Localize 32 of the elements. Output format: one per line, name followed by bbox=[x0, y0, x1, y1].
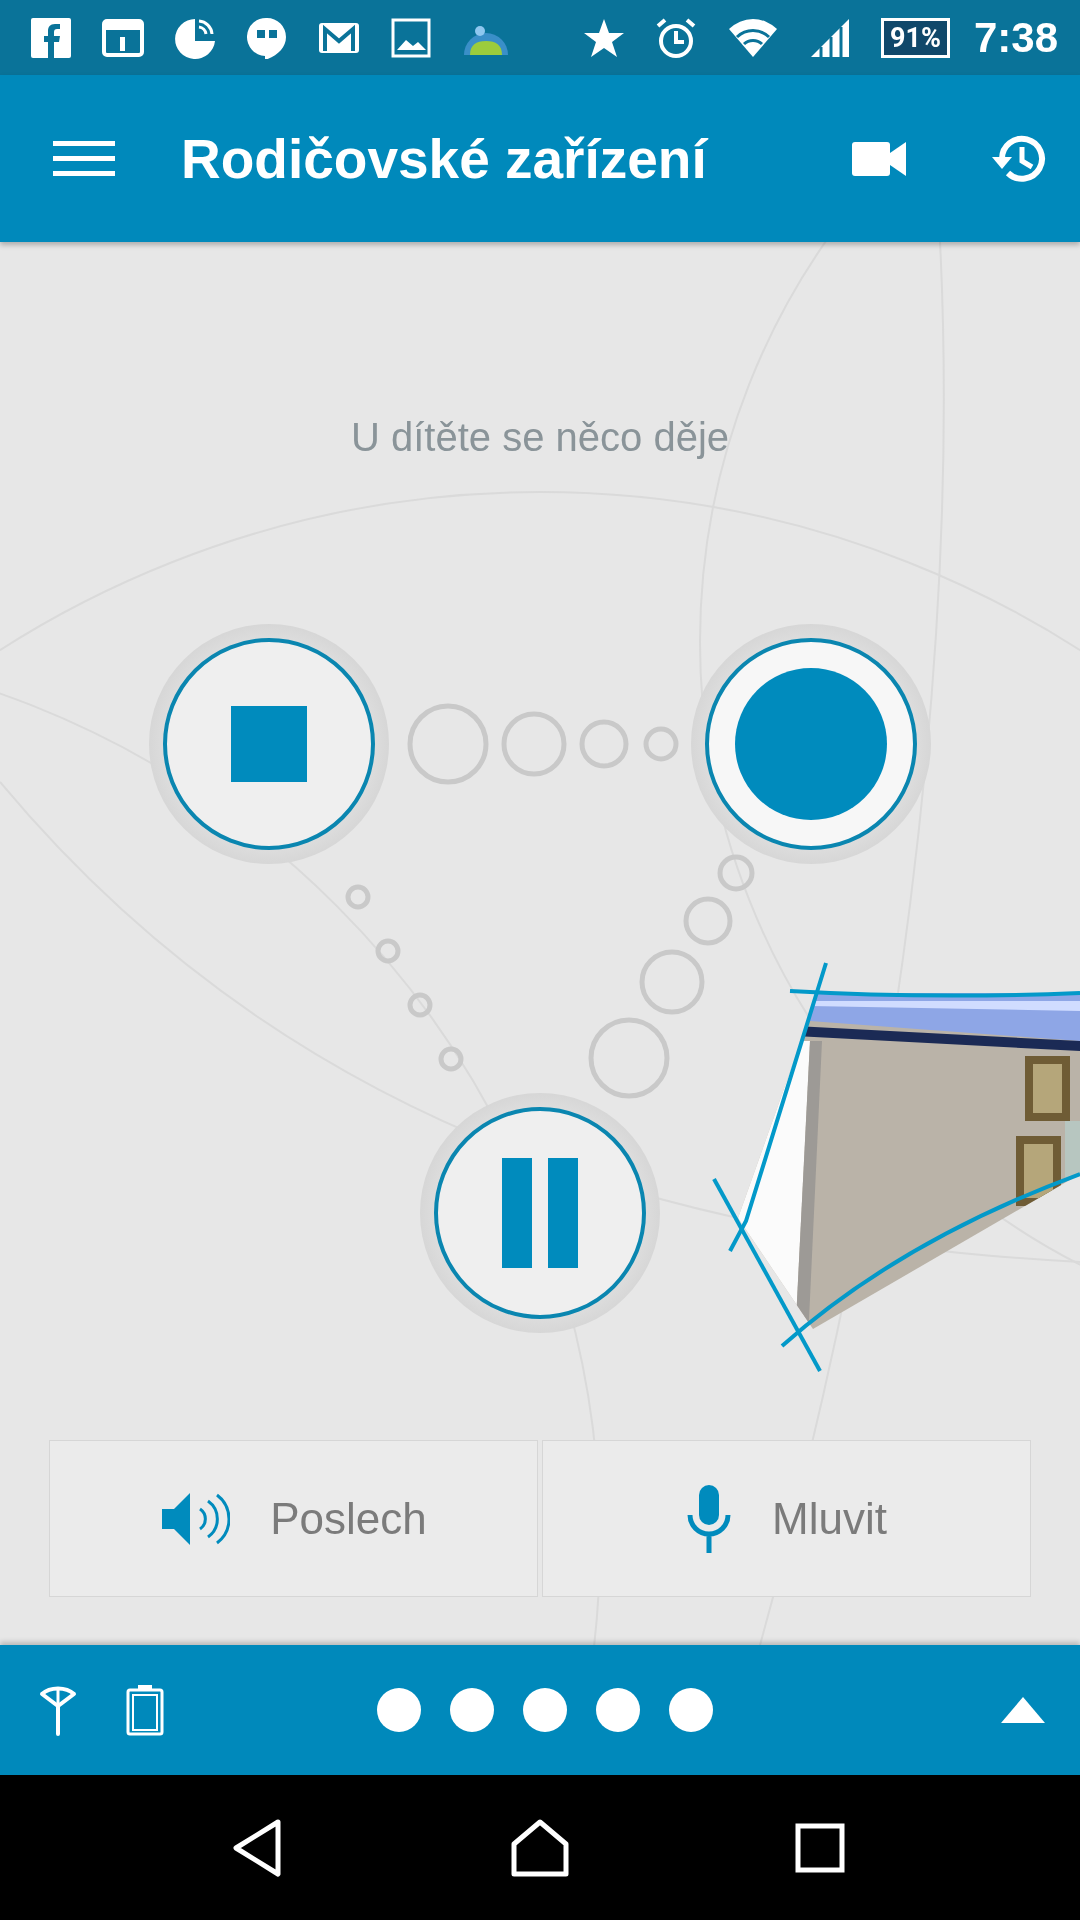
alarm-clock-icon bbox=[655, 16, 697, 59]
expand-button[interactable] bbox=[1001, 1697, 1045, 1723]
menu-icon bbox=[53, 138, 115, 179]
page-dot-icon bbox=[669, 1688, 713, 1732]
battery-level: 91% bbox=[881, 17, 950, 58]
video-camera-button[interactable] bbox=[852, 139, 908, 178]
app-title: Rodičovské zařízení bbox=[181, 126, 710, 191]
menu-button[interactable] bbox=[53, 138, 115, 179]
clock-time: 7:38 bbox=[973, 13, 1058, 62]
page-dot-icon bbox=[377, 1688, 421, 1732]
microphone-icon bbox=[686, 1484, 733, 1553]
chat-bubble-icon bbox=[246, 16, 288, 59]
home-icon bbox=[510, 1817, 570, 1878]
page-dot-icon bbox=[450, 1688, 494, 1732]
antenna-icon bbox=[38, 1684, 78, 1736]
home-button[interactable] bbox=[510, 1817, 570, 1878]
listen-button[interactable]: Poslech bbox=[49, 1440, 538, 1597]
triangle-up-icon bbox=[1001, 1697, 1045, 1723]
pause-icon bbox=[502, 1158, 578, 1268]
battery-icon bbox=[126, 1684, 164, 1736]
stop-icon bbox=[231, 706, 307, 782]
video-camera-icon bbox=[852, 139, 908, 178]
talk-button[interactable]: Mluvit bbox=[542, 1440, 1031, 1597]
wifi-icon bbox=[727, 16, 779, 59]
page-dot-icon bbox=[523, 1688, 567, 1732]
record-icon bbox=[735, 668, 887, 820]
pie-chart-icon bbox=[174, 16, 216, 59]
page-dot-icon bbox=[596, 1688, 640, 1732]
calendar-icon bbox=[102, 16, 144, 59]
status-message: U dítěte se něco děje bbox=[351, 414, 729, 461]
image-icon bbox=[390, 16, 432, 59]
facebook-icon bbox=[30, 16, 72, 59]
